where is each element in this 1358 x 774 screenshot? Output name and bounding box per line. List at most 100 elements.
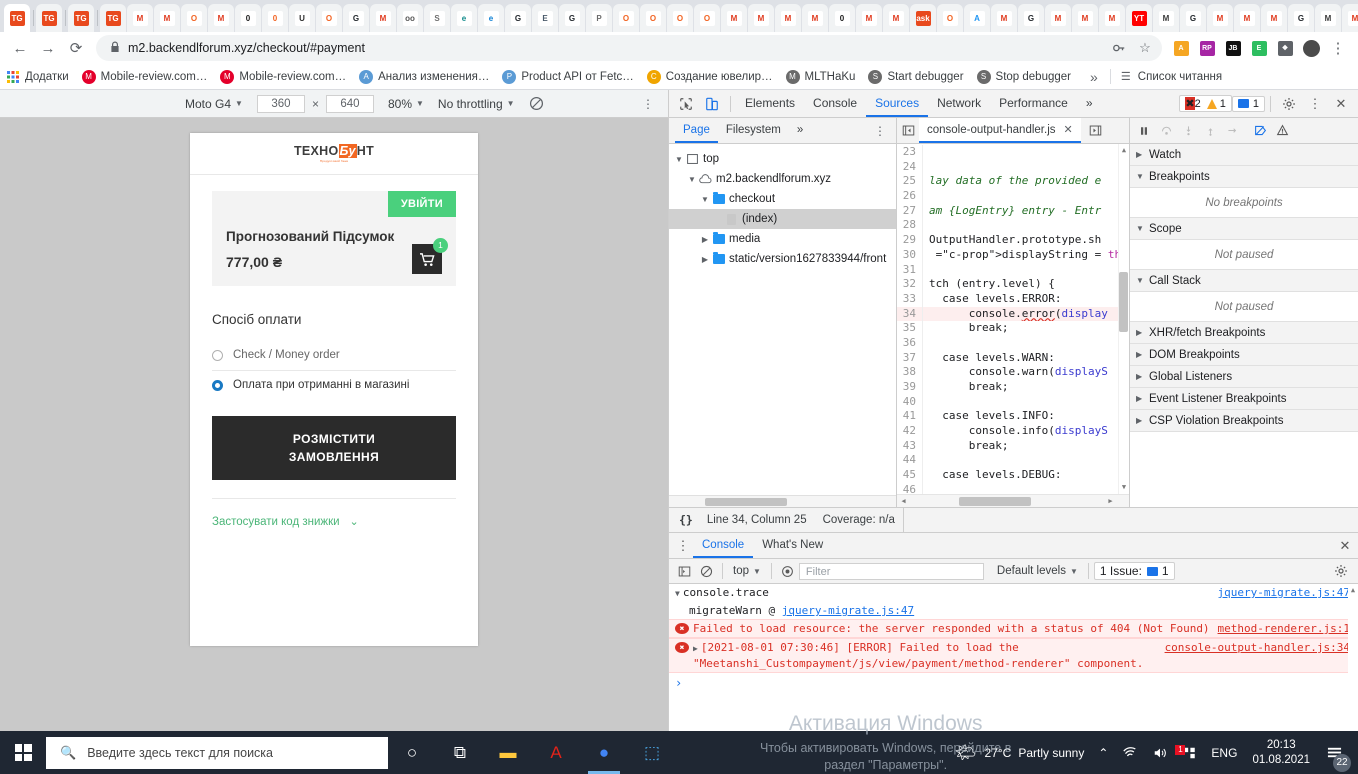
browser-tab[interactable]: G [1180, 4, 1206, 32]
expand-twisty-icon[interactable]: ▶ [693, 644, 698, 653]
line-number[interactable]: 30 [897, 248, 923, 263]
ripple-extension[interactable]: RP [1194, 35, 1220, 61]
editor-horizontal-scrollbar[interactable]: ◀ ▶ [897, 494, 1129, 507]
devtools-tab-sources[interactable]: Sources [866, 90, 928, 117]
browser-tab[interactable]: e [451, 4, 477, 32]
step-into-button[interactable] [1177, 118, 1199, 144]
devtools-tab-network[interactable]: Network [928, 90, 990, 117]
back-button[interactable]: ← [6, 34, 34, 62]
browser-tab[interactable]: ask [910, 4, 936, 32]
line-number[interactable]: 35 [897, 321, 923, 336]
section-twisty-icon[interactable]: ▼ [1136, 172, 1149, 181]
browser-tab[interactable]: M [370, 4, 396, 32]
line-number[interactable]: 38 [897, 365, 923, 380]
step-over-button[interactable] [1155, 118, 1177, 144]
device-width-input[interactable]: 360 [257, 95, 305, 113]
gear-icon[interactable] [1276, 91, 1302, 117]
browser-tab[interactable]: O [316, 4, 342, 32]
device-height-input[interactable]: 640 [326, 95, 374, 113]
browser-tab[interactable]: M [802, 4, 828, 32]
editor-vertical-scrollbar[interactable]: ▲ ▼ [1118, 144, 1129, 507]
notifications-icon[interactable]: 22 [1318, 731, 1350, 774]
payment-option-check-money-order[interactable]: Check / Money order [212, 341, 456, 371]
line-number[interactable]: 36 [897, 336, 923, 351]
jetbrains-extension[interactable]: JB [1220, 35, 1246, 61]
line-number[interactable]: 43 [897, 439, 923, 454]
scrollbar-thumb[interactable] [959, 497, 1031, 506]
console-levels-select[interactable]: Default levels▼ [992, 562, 1083, 581]
browser-tab[interactable]: O [181, 4, 207, 32]
apply-discount-toggle[interactable]: Застосувати код знижки ⌄ [212, 498, 456, 528]
line-number[interactable]: 32 [897, 277, 923, 292]
devtools-close-button[interactable]: ✕ [1328, 91, 1354, 117]
console-context-select[interactable]: top▼ [728, 562, 766, 581]
line-number[interactable]: 29 [897, 233, 923, 248]
browser-tab[interactable]: O [667, 4, 693, 32]
file-tree-node[interactable]: ▶media [669, 229, 896, 249]
tree-twisty-icon[interactable]: ▶ [699, 235, 711, 244]
line-number[interactable]: 31 [897, 263, 923, 278]
debugger-section-event-listener-breakpoints[interactable]: ▶Event Listener Breakpoints [1130, 388, 1358, 410]
pause-script-button[interactable] [1133, 118, 1155, 144]
browser-tab[interactable]: M [127, 4, 153, 32]
console-message-link[interactable]: jquery-migrate.js:47 [782, 604, 914, 617]
debugger-section-xhr-fetch-breakpoints[interactable]: ▶XHR/fetch Breakpoints [1130, 322, 1358, 344]
login-button[interactable]: УВІЙТИ [388, 191, 456, 217]
debugger-section-scope[interactable]: ▼Scope [1130, 218, 1358, 240]
debugger-section-csp-violation-breakpoints[interactable]: ▶CSP Violation Breakpoints [1130, 410, 1358, 432]
tree-twisty-icon[interactable]: ▼ [699, 195, 711, 204]
tray-overflow-button[interactable]: ⌃ [1091, 746, 1115, 760]
debugger-section-dom-breakpoints[interactable]: ▶DOM Breakpoints [1130, 344, 1358, 366]
browser-tab[interactable]: G [559, 4, 585, 32]
deactivate-breakpoints-icon[interactable] [1249, 118, 1271, 144]
file-explorer-icon[interactable]: ▬ [484, 731, 532, 774]
line-number[interactable]: 27 [897, 204, 923, 219]
navigator-tab-page[interactable]: Page [675, 118, 718, 143]
line-number[interactable]: 42 [897, 424, 923, 439]
browser-tab[interactable]: G [1288, 4, 1314, 32]
close-icon[interactable]: ✕ [1064, 123, 1073, 136]
bookmark-item[interactable]: Додатки [6, 70, 69, 84]
evernote-extension[interactable]: E [1246, 35, 1272, 61]
browser-tab[interactable]: M [1153, 4, 1179, 32]
debugger-section-call-stack[interactable]: ▼Call Stack [1130, 270, 1358, 292]
rotate-icon[interactable] [529, 96, 544, 111]
browser-tab[interactable]: YT [1126, 4, 1152, 32]
throttling-select[interactable]: No throttling▼ [438, 97, 515, 111]
browser-tab[interactable]: M [154, 4, 180, 32]
inspect-icon[interactable] [673, 91, 699, 117]
console-filter-input[interactable]: Filter [799, 563, 984, 580]
browser-tab[interactable]: e [478, 4, 504, 32]
section-twisty-icon[interactable]: ▼ [1136, 224, 1149, 233]
console-message[interactable]: ✖Failed to load resource: the server res… [669, 619, 1358, 638]
section-twisty-icon[interactable]: ▶ [1136, 416, 1149, 425]
editor-next-icon[interactable] [1085, 118, 1107, 144]
device-toolbar-more-button[interactable]: ⋮ [642, 97, 654, 111]
task-view-icon[interactable]: ⧉ [436, 731, 484, 774]
forward-button[interactable]: → [34, 34, 62, 62]
browser-tab[interactable]: oo [397, 4, 423, 32]
browser-tab[interactable]: G [343, 4, 369, 32]
key-icon[interactable] [1106, 35, 1132, 61]
profile-avatar[interactable] [1298, 35, 1324, 61]
debugger-section-global-listeners[interactable]: ▶Global Listeners [1130, 366, 1358, 388]
browser-tab[interactable]: 0 [235, 4, 261, 32]
address-bar[interactable]: m2.backendlforum.xyz/checkout/#payment ☆ [96, 35, 1162, 61]
browser-tab[interactable]: U [289, 4, 315, 32]
drawer-tab-whats-new[interactable]: What's New [753, 533, 832, 558]
file-tree-node[interactable]: ▶static/version1627833944/front [669, 249, 896, 269]
payment-option-cash-on-delivery[interactable]: Оплата при отриманні в магазині [212, 371, 456, 400]
scroll-down-arrow[interactable]: ▼ [1119, 483, 1129, 491]
browser-tab[interactable]: M [1234, 4, 1260, 32]
browser-tab[interactable]: S [424, 4, 450, 32]
step-out-button[interactable] [1199, 118, 1221, 144]
browser-tab[interactable]: M [856, 4, 882, 32]
bookmark-item[interactable]: SStart debugger [868, 70, 963, 84]
volume-icon[interactable] [1145, 746, 1175, 760]
error-warning-counter[interactable]: ✖ 2 1 [1179, 95, 1231, 112]
devtools-tabs-overflow[interactable]: » [1077, 90, 1102, 117]
browser-tab[interactable]: TG [36, 4, 62, 32]
site-logo[interactable]: ТЕХНОБуНТ Продуктовий банк [294, 144, 374, 163]
line-number[interactable]: 45 [897, 468, 923, 483]
browser-tab[interactable]: M [1072, 4, 1098, 32]
